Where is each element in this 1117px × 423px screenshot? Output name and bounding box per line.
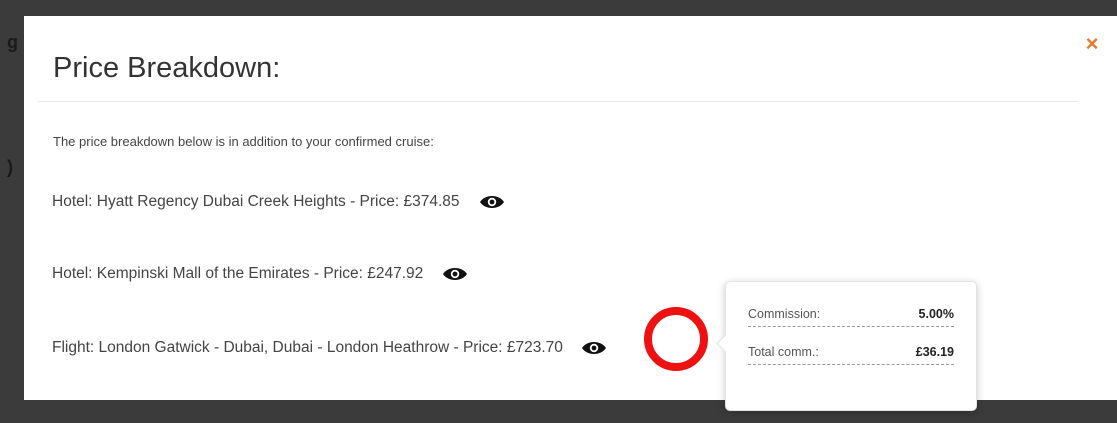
price-item-row: Hotel: Kempinski Mall of the Emirates - … (52, 265, 468, 283)
commission-row: Commission: 5.00% (748, 302, 954, 327)
close-icon[interactable]: × (1080, 32, 1104, 56)
background-glyph: g (7, 32, 18, 52)
price-item-row: Flight: London Gatwick - Dubai, Dubai - … (52, 339, 607, 357)
modal-title: Price Breakdown: (53, 52, 281, 84)
price-item-text: Flight: London Gatwick - Dubai, Dubai - … (52, 339, 563, 356)
eye-icon[interactable] (442, 265, 468, 283)
price-item-row: Hotel: Hyatt Regency Dubai Creek Heights… (52, 193, 505, 211)
commission-label: Commission: (748, 307, 821, 321)
background-glyph: ) (7, 157, 13, 177)
commission-value: 5.00% (918, 307, 954, 321)
total-commission-row: Total comm.: £36.19 (748, 340, 954, 365)
highlight-circle (644, 307, 708, 371)
total-commission-label: Total comm.: (748, 345, 819, 359)
backdrop-top (0, 0, 1117, 16)
backdrop-left: g ) (0, 0, 24, 423)
eye-icon[interactable] (479, 193, 505, 211)
commission-popover: Commission: 5.00% Total comm.: £36.19 (725, 281, 977, 411)
total-commission-value: £36.19 (915, 345, 954, 359)
eye-icon[interactable] (581, 339, 607, 357)
intro-text: The price breakdown below is in addition… (53, 134, 434, 149)
price-item-text: Hotel: Hyatt Regency Dubai Creek Heights… (52, 193, 460, 210)
price-item-text: Hotel: Kempinski Mall of the Emirates - … (52, 265, 424, 282)
title-divider (38, 101, 1078, 102)
